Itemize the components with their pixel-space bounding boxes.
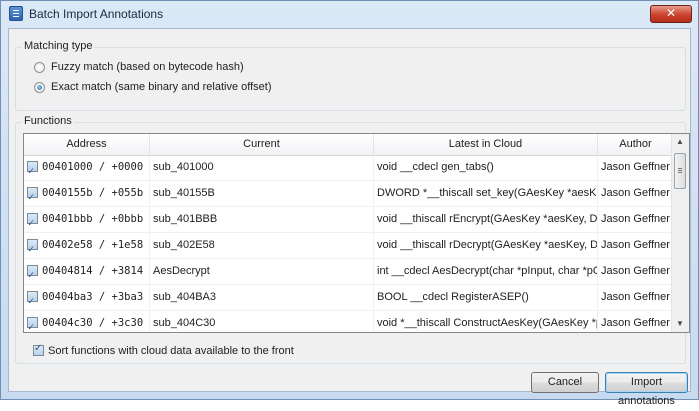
address-cell: 0040155b / +055b — [24, 181, 150, 207]
column-header-author[interactable]: Author — [598, 134, 674, 155]
author-cell: Jason Geffner — [598, 181, 674, 207]
row-checkbox[interactable] — [27, 185, 38, 207]
cloud-cell: int __cdecl AesDecrypt(char *pInput, cha… — [374, 259, 598, 285]
exact-match-option[interactable]: Exact match (same binary and relative of… — [34, 81, 272, 93]
sort-functions-label: Sort functions with cloud data available… — [48, 345, 294, 357]
table-row[interactable]: 00404814 / +3814 AesDecrypt int __cdecl … — [24, 259, 674, 285]
address-text: 0040155b / +055b — [42, 187, 144, 199]
exact-match-radio[interactable] — [34, 81, 45, 93]
cloud-cell: void __cdecl gen_tabs() — [374, 155, 598, 181]
current-cell: sub_404C30 — [150, 311, 374, 332]
author-cell: Jason Geffner — [598, 311, 674, 332]
column-header-current[interactable]: Current — [150, 134, 374, 155]
scroll-down-icon[interactable]: ▼ — [672, 316, 688, 332]
address-cell: 00404c30 / +3c30 — [24, 311, 150, 332]
table-row[interactable]: 00404c30 / +3c30 sub_404C30 void *__this… — [24, 311, 674, 332]
address-text: 00404814 / +3814 — [42, 265, 144, 277]
window-title: Batch Import Annotations — [29, 7, 164, 21]
scroll-up-icon[interactable]: ▲ — [672, 134, 688, 150]
functions-table: Address Current Latest in Cloud Author 0… — [23, 133, 690, 333]
current-cell: sub_402E58 — [150, 233, 374, 259]
address-cell: 00404814 / +3814 — [24, 259, 150, 285]
import-annotations-button[interactable]: Import annotations — [605, 372, 688, 407]
table-row[interactable]: 0040155b / +055b sub_40155B DWORD *__thi… — [24, 181, 674, 207]
current-cell: sub_401BBB — [150, 207, 374, 233]
cloud-cell: DWORD *__thiscall set_key(GAesKey *aesKe… — [374, 181, 598, 207]
row-checkbox[interactable] — [27, 315, 38, 332]
document-icon — [9, 6, 23, 21]
table-row[interactable]: 00401000 / +0000 sub_401000 void __cdecl… — [24, 155, 674, 181]
current-cell: sub_404BA3 — [150, 285, 374, 311]
row-checkbox[interactable] — [27, 159, 38, 181]
address-cell: 00401000 / +0000 — [24, 155, 150, 181]
address-cell: 00404ba3 / +3ba3 — [24, 285, 150, 311]
column-header-address[interactable]: Address — [24, 134, 150, 155]
grip-icon — [678, 168, 682, 169]
row-checkbox[interactable] — [27, 289, 38, 311]
table-header: Address Current Latest in Cloud Author — [24, 134, 674, 156]
batch-import-dialog: Batch Import Annotations ✕ Matching type… — [0, 0, 699, 407]
current-cell: sub_40155B — [150, 181, 374, 207]
fuzzy-match-option[interactable]: Fuzzy match (based on bytecode hash) — [34, 61, 244, 73]
row-checkbox[interactable] — [27, 263, 38, 285]
matching-type-group: Matching type Fuzzy match (based on byte… — [15, 40, 686, 111]
author-cell: Jason Geffner — [598, 259, 674, 285]
author-cell: Jason Geffner — [598, 155, 674, 181]
cloud-cell: void *__thiscall ConstructAesKey(GAesKey… — [374, 311, 598, 332]
scrollbar-thumb[interactable] — [674, 153, 686, 189]
sort-functions-option[interactable]: Sort functions with cloud data available… — [33, 343, 294, 357]
current-cell: sub_401000 — [150, 155, 374, 181]
exact-match-label: Exact match (same binary and relative of… — [51, 81, 272, 93]
author-cell: Jason Geffner — [598, 207, 674, 233]
fuzzy-match-label: Fuzzy match (based on bytecode hash) — [51, 61, 244, 73]
address-cell: 00401bbb / +0bbb — [24, 207, 150, 233]
sort-functions-checkbox[interactable] — [33, 343, 44, 356]
dialog-body: Matching type Fuzzy match (based on byte… — [8, 28, 691, 407]
table-row[interactable]: 00402e58 / +1e58 sub_402E58 void __thisc… — [24, 233, 674, 259]
cloud-cell: void __thiscall rDecrypt(GAesKey *aesKey… — [374, 233, 598, 259]
address-text: 00401000 / +0000 — [42, 161, 144, 173]
row-checkbox[interactable] — [27, 211, 38, 233]
table-row[interactable]: 00404ba3 / +3ba3 sub_404BA3 BOOL __cdecl… — [24, 285, 674, 311]
author-cell: Jason Geffner — [598, 233, 674, 259]
matching-type-label: Matching type — [22, 40, 95, 52]
address-text: 00404c30 / +3c30 — [42, 317, 144, 329]
author-cell: Jason Geffner — [598, 285, 674, 311]
close-button[interactable]: ✕ — [650, 5, 692, 23]
column-header-latest-in-cloud[interactable]: Latest in Cloud — [374, 134, 598, 155]
title-bar[interactable]: Batch Import Annotations ✕ — [1, 1, 698, 27]
cloud-cell: void __thiscall rEncrypt(GAesKey *aesKey… — [374, 207, 598, 233]
cloud-cell: BOOL __cdecl RegisterASEP() — [374, 285, 598, 311]
current-cell: AesDecrypt — [150, 259, 374, 285]
table-row[interactable]: 00401bbb / +0bbb sub_401BBB void __thisc… — [24, 207, 674, 233]
address-cell: 00402e58 / +1e58 — [24, 233, 150, 259]
fuzzy-match-radio[interactable] — [34, 61, 45, 73]
vertical-scrollbar[interactable]: ▲ ▼ — [671, 134, 689, 332]
cancel-button[interactable]: Cancel — [531, 372, 599, 393]
row-checkbox[interactable] — [27, 237, 38, 259]
address-text: 00401bbb / +0bbb — [42, 213, 144, 225]
address-text: 00402e58 / +1e58 — [42, 239, 144, 251]
address-text: 00404ba3 / +3ba3 — [42, 291, 144, 303]
functions-label: Functions — [22, 115, 74, 127]
